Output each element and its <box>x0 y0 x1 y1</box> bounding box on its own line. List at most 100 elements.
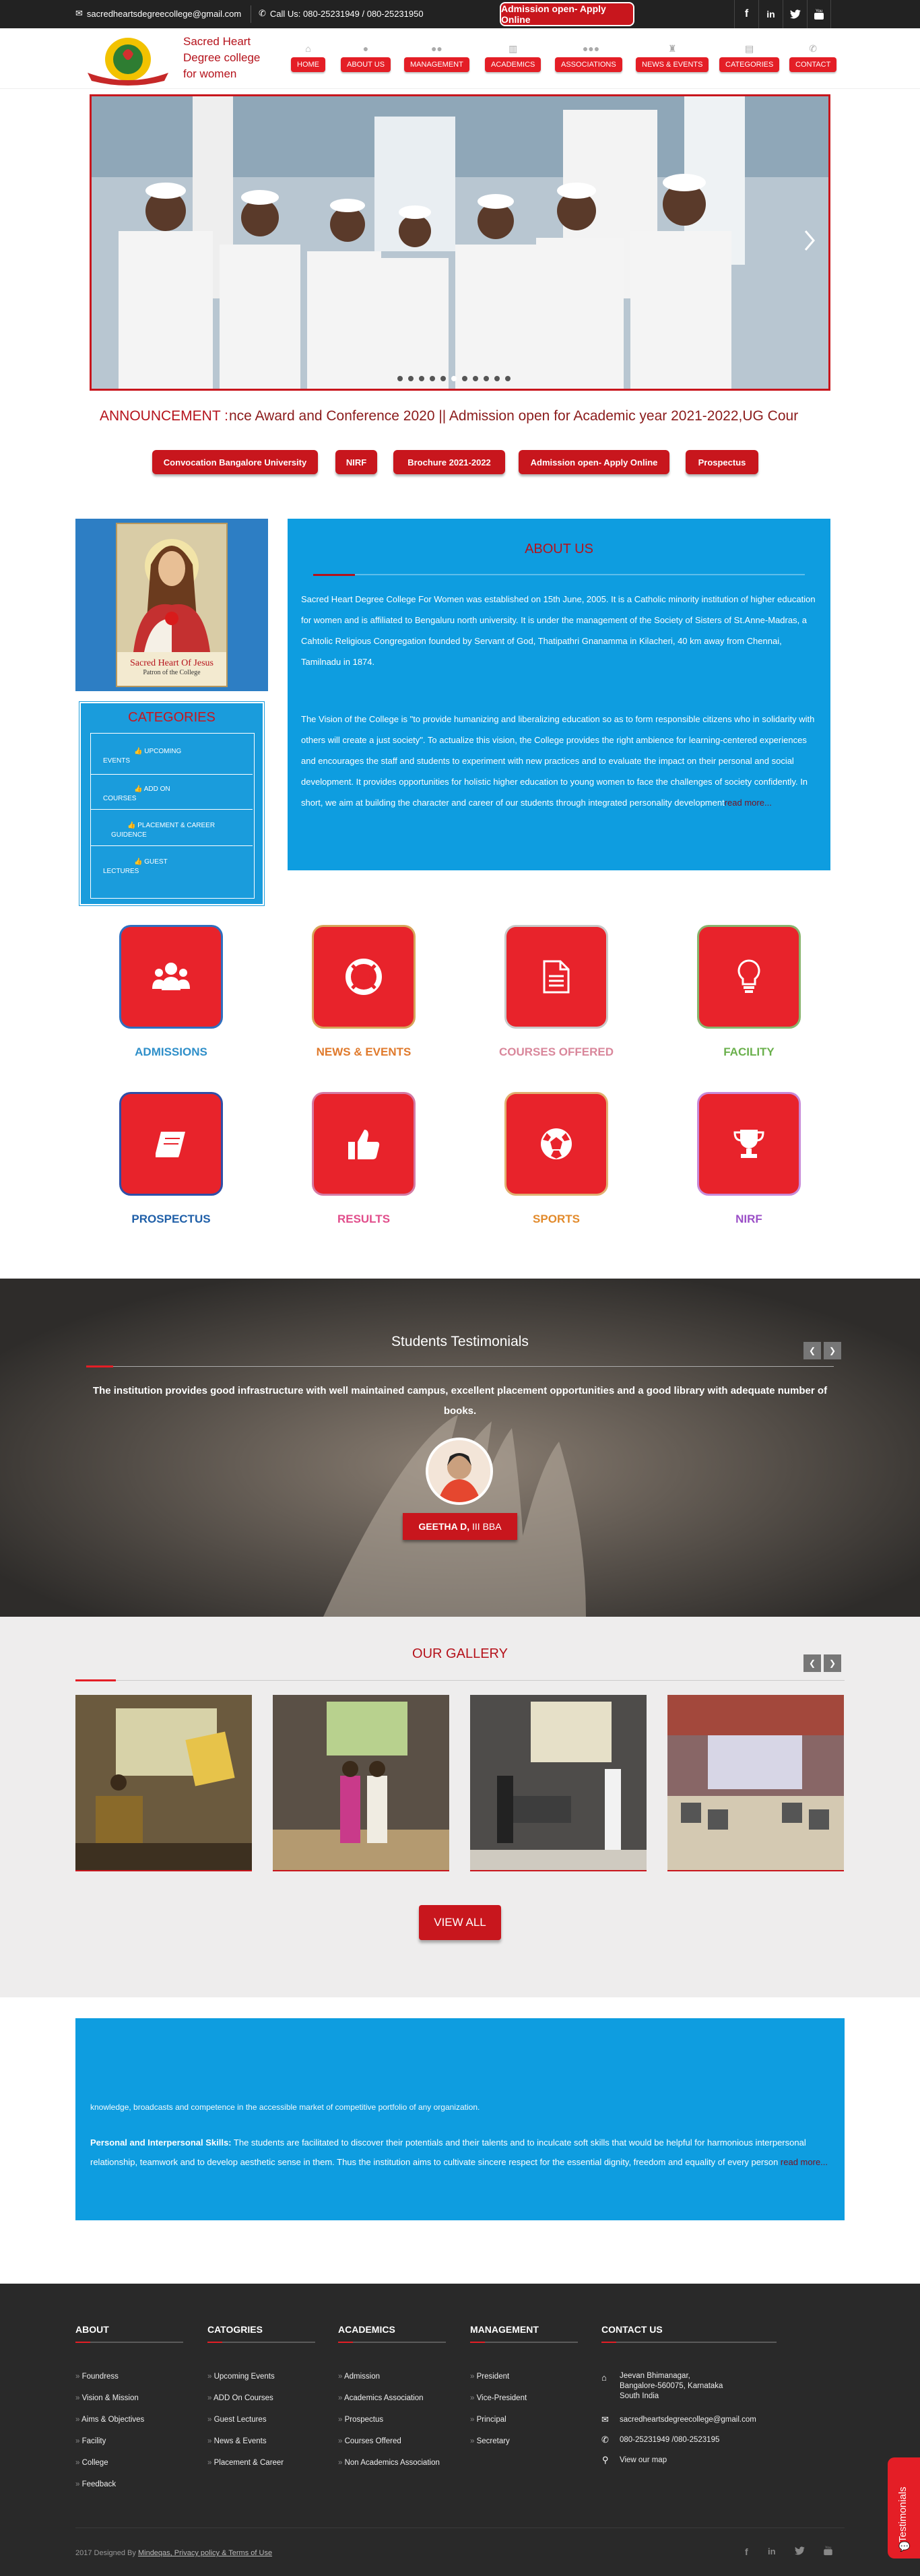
results-tile[interactable] <box>314 1094 414 1194</box>
email-info[interactable]: ✉ sacredheartsdegreecollege@gmail.com <box>75 8 241 19</box>
category-upcoming-events[interactable]: 👍 UPCOMING EVENTS <box>103 747 197 766</box>
footer-link[interactable]: Principal <box>470 2416 506 2424</box>
announcement-marquee[interactable]: nce Award and Conference 2020 || Admissi… <box>229 408 846 427</box>
nav-home[interactable]: ⌂ HOME <box>291 43 325 72</box>
nav-news-events[interactable]: ♜ NEWS & EVENTS <box>636 43 709 72</box>
prospectus-label[interactable]: PROSPECTUS <box>90 1213 252 1226</box>
nirf-label[interactable]: NIRF <box>668 1213 830 1226</box>
footer-link[interactable]: News & Events <box>207 2437 267 2445</box>
slider-dot[interactable] <box>440 376 446 381</box>
convocation-button[interactable]: Convocation Bangalore University <box>152 450 318 474</box>
facility-tile[interactable] <box>699 927 799 1027</box>
courses-offered-tile[interactable] <box>506 927 606 1027</box>
footer-link[interactable]: Guest Lectures <box>207 2416 267 2424</box>
footer-link[interactable]: Admission <box>338 2373 380 2381</box>
twitter-icon[interactable] <box>795 2546 805 2558</box>
footer-link[interactable]: ADD On Courses <box>207 2394 273 2402</box>
footer-map-link[interactable]: View our map <box>620 2456 667 2464</box>
footer-link[interactable]: College <box>75 2459 108 2467</box>
nav-contact[interactable]: ✆ CONTACT <box>789 43 837 72</box>
nirf-button[interactable]: NIRF <box>335 450 377 474</box>
footer-link[interactable]: Non Academics Association <box>338 2459 440 2467</box>
youtube-icon[interactable]: You <box>823 2545 833 2559</box>
linkedin-icon[interactable]: in <box>758 0 783 28</box>
footer-link[interactable]: Prospectus <box>338 2416 384 2424</box>
facebook-icon[interactable]: f <box>734 0 758 28</box>
facility-label[interactable]: FACILITY <box>668 1045 830 1059</box>
lightbulb-icon <box>737 959 760 993</box>
twitter-icon[interactable] <box>783 0 807 28</box>
trophy-icon <box>733 1130 764 1158</box>
prospectus-tile[interactable] <box>121 1094 221 1194</box>
admissions-label[interactable]: ADMISSIONS <box>90 1045 252 1059</box>
slider-dot[interactable] <box>494 376 500 381</box>
admissions-tile[interactable] <box>121 927 221 1027</box>
footer-link[interactable]: Facility <box>75 2437 106 2445</box>
patron-image-box: Sacred Heart Of Jesus Patron of the Coll… <box>75 519 268 691</box>
courses-offered-label[interactable]: COURSES OFFERED <box>475 1045 637 1059</box>
slider-dot[interactable] <box>397 376 403 381</box>
slider-dot-active[interactable] <box>451 376 457 381</box>
about-read-more-link[interactable]: read more... <box>725 798 772 808</box>
gallery-image[interactable] <box>273 1695 449 1871</box>
nav-associations[interactable]: ●●● ASSOCIATIONS <box>555 43 622 72</box>
facebook-icon[interactable]: f <box>745 2546 748 2557</box>
chevron-right-icon[interactable]: ❯ <box>824 1342 841 1359</box>
youtube-icon[interactable]: You <box>807 0 831 28</box>
footer-link[interactable]: Aims & Objectives <box>75 2416 144 2424</box>
testimonials-side-tab[interactable]: Testimonials 💬 <box>888 2457 920 2558</box>
gallery-image[interactable] <box>470 1695 647 1871</box>
slider-dot[interactable] <box>473 376 478 381</box>
news-events-tile[interactable] <box>314 927 414 1027</box>
footer-link[interactable]: Courses Offered <box>338 2437 401 2445</box>
college-logo[interactable] <box>81 34 175 86</box>
brochure-button[interactable]: Brochure 2021-2022 <box>393 450 505 474</box>
view-all-button[interactable]: VIEW ALL <box>419 1905 501 1940</box>
chevron-left-icon[interactable]: ❮ <box>803 1654 821 1672</box>
footer-link[interactable]: Secretary <box>470 2437 510 2445</box>
chevron-right-icon[interactable]: ❯ <box>824 1654 841 1672</box>
objectives-read-more-link[interactable]: read more... <box>781 2157 828 2167</box>
slider-dot[interactable] <box>505 376 511 381</box>
apply-online-button[interactable]: Admission open- Apply Online <box>500 2 634 26</box>
footer-link[interactable]: Vision & Mission <box>75 2394 139 2402</box>
sports-tile[interactable] <box>506 1094 606 1194</box>
footer-link[interactable]: Feedback <box>75 2480 117 2488</box>
objectives-heading: Personal and Interpersonal Skills: <box>90 2137 232 2148</box>
category-add-on-courses[interactable]: 👍 ADD ON COURSES <box>103 785 197 804</box>
slider-dot[interactable] <box>484 376 489 381</box>
results-label[interactable]: RESULTS <box>283 1213 445 1226</box>
hero-slider[interactable] <box>90 94 830 391</box>
footer-link[interactable]: Upcoming Events <box>207 2373 275 2381</box>
gallery-image[interactable] <box>667 1695 844 1871</box>
footer-email[interactable]: sacredheartsdegreecollege@gmail.com <box>620 2416 756 2424</box>
nav-management[interactable]: ●● MANAGEMENT <box>404 43 469 72</box>
news-events-label[interactable]: NEWS & EVENTS <box>283 1045 445 1059</box>
nav-about-us[interactable]: ● ABOUT US <box>341 43 391 72</box>
lifebuoy-icon <box>346 959 382 995</box>
slider-dot[interactable] <box>408 376 414 381</box>
footer-link[interactable]: Academics Association <box>338 2394 424 2402</box>
divider <box>601 2342 777 2343</box>
chevron-left-icon[interactable]: ❮ <box>803 1342 821 1359</box>
category-guest-lectures[interactable]: 👍 GUEST LECTURES <box>103 858 197 876</box>
sports-label[interactable]: SPORTS <box>475 1213 637 1226</box>
footer-link[interactable]: President <box>470 2373 510 2381</box>
footer-link[interactable]: Placement & Career <box>207 2459 284 2467</box>
envelope-icon: ✉ <box>75 8 83 18</box>
linkedin-icon[interactable]: in <box>768 2546 776 2556</box>
slider-dot[interactable] <box>430 376 435 381</box>
copyright-link[interactable]: Mindeqas, Privacy policy & Terms of Use <box>138 2549 272 2557</box>
prospectus-button[interactable]: Prospectus <box>686 450 758 474</box>
slider-dot[interactable] <box>462 376 467 381</box>
slider-dot[interactable] <box>419 376 424 381</box>
college-name[interactable]: Sacred Heart Degree college for women <box>183 34 284 82</box>
nav-academics[interactable]: ▥ ACADEMICS <box>485 43 541 72</box>
category-placement-career[interactable]: 👍 PLACEMENT & CAREER GUIDENCE <box>111 821 226 840</box>
footer-link[interactable]: Vice-President <box>470 2394 527 2402</box>
apply-online-quick-button[interactable]: Admission open- Apply Online <box>519 450 669 474</box>
footer-link[interactable]: Foundress <box>75 2373 119 2381</box>
gallery-image[interactable] <box>75 1695 252 1871</box>
nav-categories[interactable]: ▤ CATEGORIES <box>719 43 780 72</box>
nirf-tile[interactable] <box>699 1094 799 1194</box>
